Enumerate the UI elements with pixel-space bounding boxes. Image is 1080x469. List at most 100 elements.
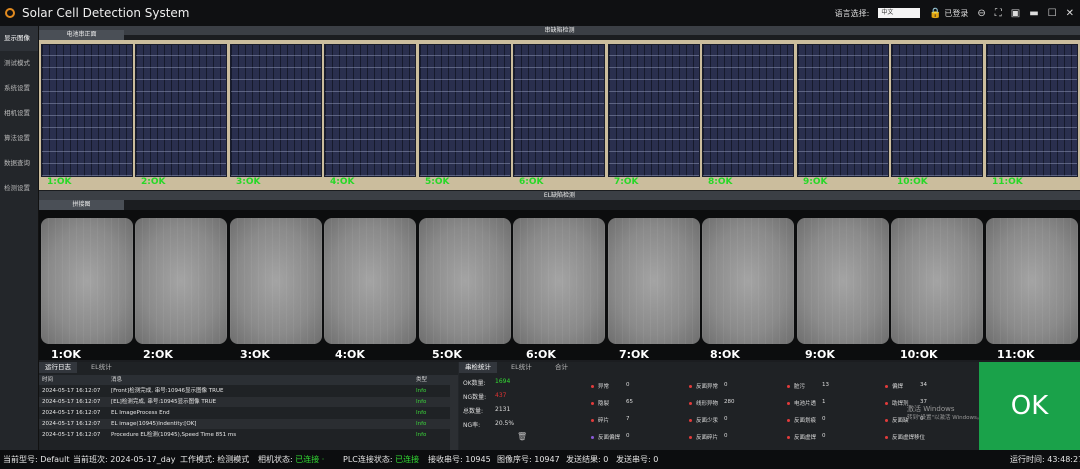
- el-cell-image: [513, 218, 605, 344]
- ng-count: NG数量: 437: [463, 392, 507, 401]
- front-cell: 8:OK: [702, 44, 794, 190]
- el-cell-result-label: 3:OK: [240, 348, 270, 361]
- table-row[interactable]: 2024-05-17 16:12:07 Procedure EL检测(10945…: [39, 430, 458, 440]
- defect-item: 反面偏焊 0: [591, 433, 630, 441]
- cell-image: [419, 44, 511, 177]
- el-cell-image: [891, 218, 983, 344]
- front-cell: 10:OK: [891, 44, 983, 190]
- tab-total[interactable]: 合计: [549, 362, 574, 373]
- tab-run-log[interactable]: 运行日志: [39, 362, 77, 373]
- status-camera: 相机状态: 已连接 ·: [258, 455, 325, 464]
- table-row[interactable]: 2024-05-17 16:12:07 EL image(10945)Inden…: [39, 419, 458, 429]
- language-select[interactable]: 中文: [878, 8, 921, 18]
- login-status[interactable]: 🔒 已登录: [929, 8, 968, 19]
- titlebar-controls: 语言选择: 中文 🔒 已登录 ⊖ ⛶ ▣ ▬ ☐ ✕: [835, 0, 1074, 26]
- overall-result-indicator: OK: [979, 362, 1080, 450]
- cell-result-label: 5:OK: [425, 177, 450, 187]
- defect-item: 偏焊 34: [885, 382, 927, 390]
- defect-item: 反面异常 0: [689, 382, 728, 390]
- status-bar: 当前型号: Default 当前班次: 2024-05-17_day 工作模式:…: [0, 450, 1080, 469]
- el-cell-image: [135, 218, 227, 344]
- el-cell-result-label: 10:OK: [900, 348, 938, 361]
- cell-result-label: 1:OK: [47, 177, 72, 187]
- lock-icon: 🔒: [929, 7, 942, 19]
- el-image-panel: 1:OK 2:OK 3:OK 4:OK 5:OK 6:OK 7:OK 8:OK …: [39, 210, 1080, 361]
- log-scrollbar[interactable]: [450, 375, 458, 450]
- defect-item: 反面虚焊 0: [787, 433, 826, 441]
- tab-stitched-image[interactable]: 拼接图: [39, 200, 124, 210]
- tab-el-stats[interactable]: EL统计: [85, 362, 118, 373]
- el-cell-result-label: 8:OK: [710, 348, 740, 361]
- el-cell-result-label: 11:OK: [997, 348, 1035, 361]
- cell-result-label: 9:OK: [803, 177, 828, 187]
- defect-item: 脏污 13: [787, 382, 829, 390]
- status-image-serial: 图像序号: 10947: [497, 455, 560, 464]
- cell-image: [513, 44, 605, 177]
- tab-el-stats-2[interactable]: EL统计: [505, 362, 538, 373]
- col-message: 消息: [111, 377, 123, 383]
- el-cell-image: [986, 218, 1078, 344]
- el-cell-image: [419, 218, 511, 344]
- table-row[interactable]: 2024-05-17 16:12:07 [Front]检测完成, 串号:1094…: [39, 386, 458, 396]
- cell-result-label: 8:OK: [708, 177, 733, 187]
- app-logo-icon: [5, 8, 15, 18]
- front-cell: 5:OK: [419, 44, 511, 190]
- el-cell-result-label: 1:OK: [51, 348, 81, 361]
- defect-item: 线形异物 280: [689, 399, 735, 407]
- string-defect-header: 串缺陷检测: [39, 26, 1080, 35]
- front-cell: 4:OK: [324, 44, 416, 190]
- total-count: 总数量: 2131: [463, 406, 511, 415]
- maximize-icon[interactable]: ☐: [1048, 8, 1057, 19]
- sidebar-item-algorithm-settings[interactable]: 算法设置: [0, 126, 38, 151]
- screenshot-icon[interactable]: ▣: [1011, 8, 1020, 19]
- status-shift: 当前班次: 2024-05-17_day: [73, 455, 176, 464]
- cell-result-label: 7:OK: [614, 177, 639, 187]
- cell-image: [986, 44, 1078, 177]
- cell-image: [41, 44, 133, 177]
- table-row[interactable]: 2024-05-17 16:12:07 EL ImageProcess End …: [39, 408, 458, 418]
- sidebar-item-data-query[interactable]: 数据查询: [0, 151, 38, 176]
- defect-item: 反面缺 0: [885, 416, 924, 424]
- sidebar-item-display-image[interactable]: 显示图像: [0, 26, 38, 51]
- fullscreen-icon[interactable]: ⛶: [995, 8, 1002, 19]
- sidebar-item-system-settings[interactable]: 系统设置: [0, 76, 38, 101]
- cell-image: [230, 44, 322, 177]
- defect-item: 异常 0: [591, 382, 630, 390]
- el-cell-image: [608, 218, 700, 344]
- tab-string-stats[interactable]: 串检统计: [459, 362, 497, 373]
- el-cell-result-label: 9:OK: [805, 348, 835, 361]
- defect-item: 反面划痕 0: [787, 416, 826, 424]
- sidebar-item-detection-settings[interactable]: 检测设置: [0, 176, 38, 201]
- cell-image: [324, 44, 416, 177]
- cell-image: [608, 44, 700, 177]
- table-row[interactable]: 2024-05-17 16:12:07 [EL]检测完成, 串号:10945显示…: [39, 397, 458, 407]
- defect-item: 碎片 7: [591, 416, 630, 424]
- status-send-serial: 发送串号: 0: [616, 455, 659, 464]
- el-cell-image: [797, 218, 889, 344]
- minimize-icon[interactable]: ▬: [1029, 8, 1038, 19]
- cell-image: [891, 44, 983, 177]
- trash-icon[interactable]: 🗑: [517, 432, 527, 441]
- el-defect-header: EL缺陷检测: [39, 191, 1080, 200]
- log-panel: 运行日志 EL统计 时间 消息 类型 2024-05-17 16:12:07 […: [39, 362, 458, 450]
- defect-item: 反面虚焊移位: [885, 433, 925, 441]
- sidebar-item-camera-settings[interactable]: 相机设置: [0, 101, 38, 126]
- defect-item: 电池片透 1: [787, 399, 826, 407]
- status-run-time: 运行时间: 43:48:27: [1010, 455, 1080, 464]
- el-cell-image: [230, 218, 322, 344]
- el-cell-result-label: 7:OK: [619, 348, 649, 361]
- cell-result-label: 2:OK: [141, 177, 166, 187]
- col-type: 类型: [416, 377, 428, 383]
- status-work-mode: 工作模式: 检测模式: [180, 455, 250, 464]
- tab-string-front[interactable]: 电池串正面: [39, 30, 124, 40]
- cell-result-label: 6:OK: [519, 177, 544, 187]
- sidebar-item-test-mode[interactable]: 测试模式: [0, 51, 38, 76]
- front-cell: 7:OK: [608, 44, 700, 190]
- front-cell: 2:OK: [135, 44, 227, 190]
- close-icon[interactable]: ✕: [1066, 8, 1074, 19]
- front-cell: 9:OK: [797, 44, 889, 190]
- language-label: 语言选择:: [834, 8, 870, 18]
- el-cell-image: [41, 218, 133, 344]
- settings-icon[interactable]: ⊖: [977, 8, 985, 19]
- windows-activation-watermark: 激活 Windows 转到"设置"以激活 Windows。: [907, 405, 983, 421]
